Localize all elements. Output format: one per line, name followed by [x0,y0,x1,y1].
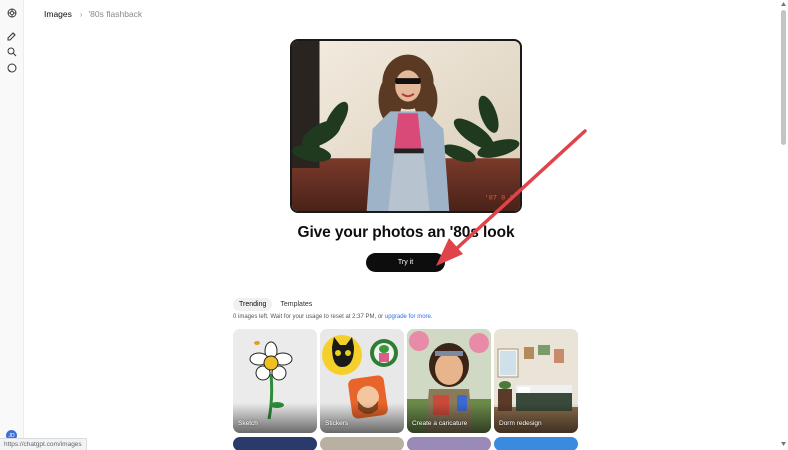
svg-text:'87 8 2: '87 8 2 [485,194,514,202]
style-card-row2-4[interactable] [494,437,578,450]
status-bar-url: https://chatgpt.com/images [0,438,87,450]
card-shade [233,403,317,433]
edit-icon[interactable] [6,30,18,42]
card-shade [320,403,404,433]
card-shade [494,403,578,433]
upgrade-link[interactable]: upgrade for more. [385,314,433,320]
style-card-stickers[interactable]: Stickers [320,329,404,433]
breadcrumb-current: '80s flashback [88,9,143,19]
scrollbar-thumb[interactable] [781,10,786,145]
breadcrumb-images-link[interactable]: Images [44,9,72,19]
tab-templates[interactable]: Templates [274,298,318,311]
breadcrumb-separator: › [79,9,83,19]
card-label-caricature: Create a caricature [412,420,468,427]
try-it-button[interactable]: Try it [366,253,445,272]
openai-logo-icon[interactable] [6,7,18,19]
style-card-caricature[interactable]: Create a caricature [407,329,491,433]
app-window: JD Images › '80s flashback '87 8 2 Give … [0,0,788,450]
usage-text: 0 images left. Wait for your usage to re… [233,314,385,320]
search-icon[interactable] [6,46,18,58]
card-label-stickers: Stickers [325,420,349,427]
style-card-row2-2[interactable] [320,437,404,450]
style-card-dorm[interactable]: Dorm redesign [494,329,578,433]
hero-example-image: '87 8 2 [290,39,522,213]
card-shade [407,403,491,433]
scroll-down-arrow-icon[interactable] [780,441,787,447]
style-card-row2-3[interactable] [407,437,491,450]
style-card-row2-1[interactable] [233,437,317,450]
card-label-sketch: Sketch [238,420,258,427]
sidebar-rail: JD [0,0,24,450]
chat-bubble-icon[interactable] [6,62,18,74]
hero-title: Give your photos an '80s look [297,224,515,241]
style-card-sketch[interactable]: Sketch [233,329,317,433]
scroll-up-arrow-icon[interactable] [780,1,787,7]
gallery-tabs: Trending Templates [233,296,318,312]
usage-notice: 0 images left. Wait for your usage to re… [233,314,433,320]
card-label-dorm: Dorm redesign [499,420,542,427]
tab-trending[interactable]: Trending [233,297,273,311]
breadcrumb: Images › '80s flashback [44,8,142,20]
page-scrollbar[interactable] [779,0,788,450]
